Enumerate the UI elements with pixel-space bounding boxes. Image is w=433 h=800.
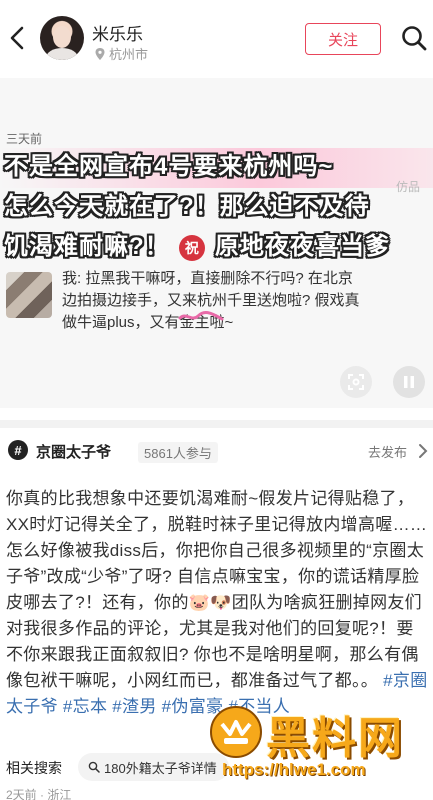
- watermark-logo-icon: [210, 706, 262, 758]
- chevron-right-icon[interactable]: [418, 443, 428, 459]
- search-icon[interactable]: [400, 24, 428, 52]
- obscured-text: 仿品: [396, 180, 421, 194]
- post-body: 你真的比我想象中还要饥渴难耐~假发片记得贴稳了，XX时灯记得关全了，脱鞋时袜子里…: [6, 486, 430, 720]
- post-text: 你真的比我想象中还要饥渴难耐~假发片记得贴稳了，XX时灯记得关全了，脱鞋时袜子里…: [6, 489, 428, 690]
- related-search-query: 180外籍太子爷详情: [104, 760, 217, 776]
- watermark-url: https://hlwe1.com: [222, 760, 366, 779]
- scan-button[interactable]: [340, 366, 372, 398]
- topic-participants: 5861人参与: [138, 442, 218, 463]
- topic-name[interactable]: 京圈太子爷: [36, 441, 111, 462]
- topic-bar[interactable]: # 京圈太子爷 5861人参与 去发布: [0, 420, 433, 466]
- post-meta: 2天前 · 浙江: [6, 788, 72, 800]
- overlay-caption-line-3b: 原地夜夜喜当爹: [215, 233, 391, 260]
- watermark: 黑料网 https://hlwe1.com: [208, 700, 433, 790]
- pause-button[interactable]: [393, 366, 425, 398]
- go-publish-link[interactable]: 去发布: [368, 442, 407, 461]
- scribble-mark-icon: [178, 310, 224, 321]
- hashtag-icon: #: [8, 440, 28, 460]
- location-pin-icon: [95, 47, 105, 60]
- location: 杭州市: [94, 44, 148, 63]
- related-search-pill[interactable]: 180外籍太子爷详情: [78, 753, 229, 781]
- username[interactable]: 米乐乐: [92, 20, 143, 45]
- pause-icon: [404, 376, 414, 388]
- overlay-caption-line-1: 不是全网宣布4号要来杭州吗~: [4, 153, 334, 180]
- blurred-thumbnail: [6, 272, 52, 318]
- search-icon-small: [88, 761, 100, 773]
- profile-header: 米乐乐 杭州市 关注: [0, 0, 433, 78]
- location-text: 杭州市: [109, 47, 149, 62]
- scan-icon: [348, 374, 364, 390]
- overlay-caption-line-2: 怎么今天就在了?！那么迫不及待: [4, 193, 370, 220]
- time-label: 三天前: [6, 132, 43, 146]
- follow-button[interactable]: 关注: [305, 23, 381, 55]
- avatar[interactable]: [40, 16, 84, 60]
- blessing-badge: 祝: [179, 234, 206, 261]
- overlay-caption-line-3: 饥渴难耐嘛?！ 祝 原地夜夜喜当爹: [4, 226, 390, 261]
- overlay-caption-line-3a: 饥渴难耐嘛?！: [4, 233, 170, 260]
- related-search-label: 相关搜索: [6, 760, 62, 776]
- reply-text: 我: 拉黑我干嘛呀，直接删除不行吗? 在北京边拍摄边接手，又来杭州千里送炮啦? …: [62, 270, 360, 331]
- back-arrow-icon[interactable]: [4, 20, 30, 56]
- watermark-title: 黑料网: [266, 714, 404, 763]
- post-image[interactable]: 三天前 仿品 不是全网宣布4号要来杭州吗~ 怎么今天就在了?！那么迫不及待 饥渴…: [0, 78, 433, 408]
